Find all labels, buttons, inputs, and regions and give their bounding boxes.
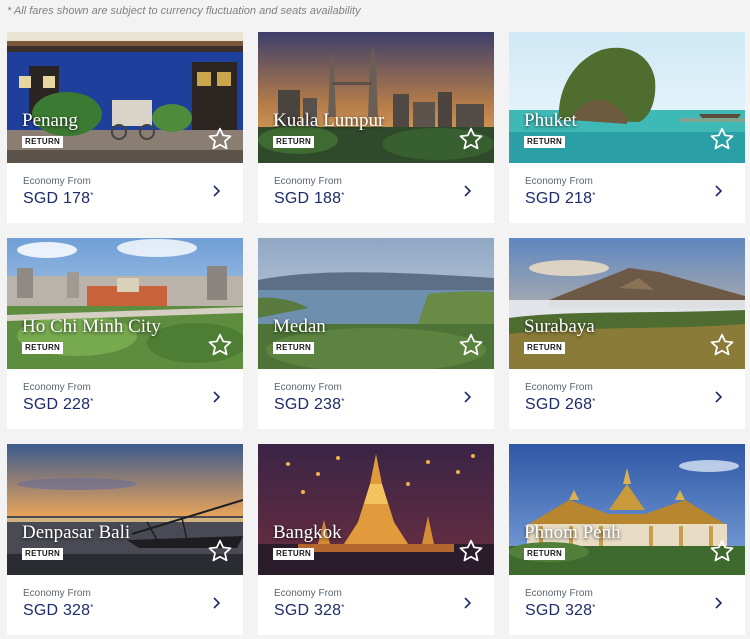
chevron-right-icon[interactable]: [461, 182, 475, 200]
fare-footnote-mark: *: [341, 603, 345, 612]
destination-card-surabaya[interactable]: Surabaya RETURN Economy From SGD 268*: [509, 238, 745, 429]
star-outline-icon[interactable]: [207, 538, 233, 564]
fare-price: SGD 218*: [525, 190, 596, 208]
destination-city-name: Bangkok: [273, 522, 342, 543]
star-outline-icon[interactable]: [458, 538, 484, 564]
currency-code: SGD: [525, 190, 561, 207]
return-badge: RETURN: [273, 548, 315, 560]
currency-code: SGD: [525, 602, 561, 619]
fare-price: SGD 268*: [525, 396, 596, 414]
return-badge: RETURN: [22, 342, 64, 354]
currency-code: SGD: [23, 190, 59, 207]
fare-amount: 328: [564, 602, 593, 619]
chevron-right-icon[interactable]: [712, 594, 726, 612]
destination-card-medan[interactable]: Medan RETURN Economy From SGD 238*: [258, 238, 494, 429]
fare-disclaimer: * All fares shown are subject to currenc…: [7, 5, 361, 17]
fare-footnote-mark: *: [592, 191, 596, 200]
destination-card-kuala-lumpur[interactable]: Kuala Lumpur RETURN Economy From SGD 188…: [258, 32, 494, 223]
fare-price: SGD 228*: [23, 396, 94, 414]
fare-class-label: Economy From: [23, 382, 91, 393]
return-badge: RETURN: [524, 548, 566, 560]
fare-class-label: Economy From: [274, 382, 342, 393]
star-outline-icon[interactable]: [709, 126, 735, 152]
fare-footnote-mark: *: [341, 191, 345, 200]
currency-code: SGD: [23, 602, 59, 619]
fare-amount: 268: [564, 396, 593, 413]
star-outline-icon[interactable]: [207, 126, 233, 152]
currency-code: SGD: [274, 602, 310, 619]
fare-price: SGD 328*: [525, 602, 596, 620]
return-badge: RETURN: [22, 136, 64, 148]
fare-footnote-mark: *: [592, 397, 596, 406]
destination-city-name: Ho Chi Minh City: [22, 316, 161, 337]
fare-amount: 238: [313, 396, 342, 413]
star-outline-icon[interactable]: [207, 332, 233, 358]
destination-card-phnom-penh[interactable]: Phnom Penh RETURN Economy From SGD 328*: [509, 444, 745, 635]
fare-amount: 228: [62, 396, 91, 413]
star-outline-icon[interactable]: [709, 332, 735, 358]
fare-class-label: Economy From: [274, 176, 342, 187]
fare-class-label: Economy From: [23, 176, 91, 187]
destination-card-phuket[interactable]: Phuket RETURN Economy From SGD 218*: [509, 32, 745, 223]
destination-card-penang[interactable]: Penang RETURN Economy From SGD 178*: [7, 32, 243, 223]
chevron-right-icon[interactable]: [712, 388, 726, 406]
destination-city-name: Surabaya: [524, 316, 595, 337]
fare-price: SGD 328*: [23, 602, 94, 620]
fare-price: SGD 238*: [274, 396, 345, 414]
chevron-right-icon[interactable]: [210, 388, 224, 406]
fare-class-label: Economy From: [23, 588, 91, 599]
star-outline-icon[interactable]: [709, 538, 735, 564]
star-outline-icon[interactable]: [458, 126, 484, 152]
fare-footnote-mark: *: [90, 397, 94, 406]
fare-footnote-mark: *: [341, 397, 345, 406]
destination-city-name: Penang: [22, 110, 78, 131]
return-badge: RETURN: [273, 342, 315, 354]
destination-city-name: Denpasar Bali: [22, 522, 131, 543]
fare-footnote-mark: *: [90, 191, 94, 200]
fare-amount: 328: [313, 602, 342, 619]
fare-amount: 188: [313, 190, 342, 207]
return-badge: RETURN: [524, 136, 566, 148]
return-badge: RETURN: [273, 136, 315, 148]
currency-code: SGD: [274, 396, 310, 413]
fare-class-label: Economy From: [525, 176, 593, 187]
fare-class-label: Economy From: [274, 588, 342, 599]
currency-code: SGD: [525, 396, 561, 413]
destination-city-name: Kuala Lumpur: [273, 110, 385, 131]
fare-price: SGD 188*: [274, 190, 345, 208]
chevron-right-icon[interactable]: [461, 594, 475, 612]
return-badge: RETURN: [524, 342, 566, 354]
chevron-right-icon[interactable]: [210, 594, 224, 612]
fare-amount: 218: [564, 190, 593, 207]
destination-card-denpasar-bali[interactable]: Denpasar Bali RETURN Economy From SGD 32…: [7, 444, 243, 635]
fare-footnote-mark: *: [90, 603, 94, 612]
destination-card-ho-chi-minh-city[interactable]: Ho Chi Minh City RETURN Economy From SGD…: [7, 238, 243, 429]
destination-card-bangkok[interactable]: Bangkok RETURN Economy From SGD 328*: [258, 444, 494, 635]
fare-class-label: Economy From: [525, 588, 593, 599]
chevron-right-icon[interactable]: [461, 388, 475, 406]
return-badge: RETURN: [22, 548, 64, 560]
destination-city-name: Medan: [273, 316, 326, 337]
currency-code: SGD: [23, 396, 59, 413]
fare-price: SGD 178*: [23, 190, 94, 208]
currency-code: SGD: [274, 190, 310, 207]
destination-city-name: Phuket: [524, 110, 577, 131]
destination-city-name: Phnom Penh: [524, 522, 621, 543]
chevron-right-icon[interactable]: [210, 182, 224, 200]
chevron-right-icon[interactable]: [712, 182, 726, 200]
fare-amount: 178: [62, 190, 91, 207]
fare-footnote-mark: *: [592, 603, 596, 612]
star-outline-icon[interactable]: [458, 332, 484, 358]
fare-price: SGD 328*: [274, 602, 345, 620]
fare-amount: 328: [62, 602, 91, 619]
fare-class-label: Economy From: [525, 382, 593, 393]
